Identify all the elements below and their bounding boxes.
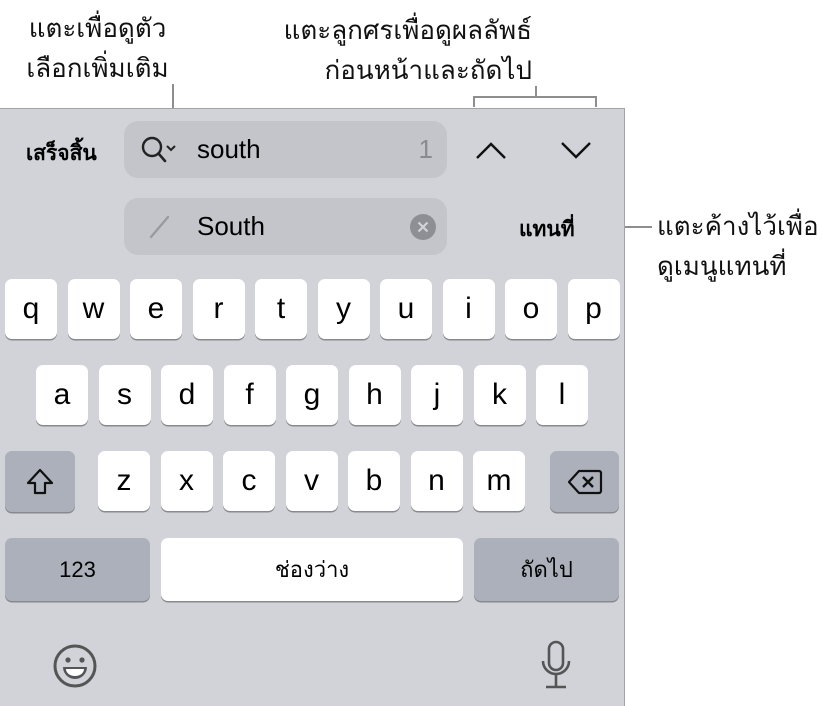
next-key[interactable]: ถัดไป <box>474 538 619 601</box>
key-u[interactable]: u <box>380 279 432 339</box>
key-z[interactable]: z <box>98 451 150 511</box>
key-n[interactable]: n <box>410 451 463 511</box>
key-j[interactable]: j <box>411 365 463 425</box>
shift-icon <box>26 468 54 494</box>
next-result-button[interactable] <box>559 135 593 165</box>
key-d[interactable]: d <box>161 365 213 425</box>
key-s[interactable]: s <box>98 365 151 425</box>
key-k[interactable]: k <box>473 365 526 425</box>
key-i[interactable]: i <box>442 279 495 339</box>
key-m[interactable]: m <box>473 451 525 511</box>
match-count: 1 <box>418 134 433 164</box>
backspace-icon <box>567 469 602 494</box>
key-x[interactable]: x <box>160 451 213 511</box>
key-b[interactable]: b <box>348 451 400 511</box>
key-h[interactable]: h <box>348 365 401 425</box>
replace-field[interactable]: South <box>124 198 447 255</box>
clear-icon[interactable] <box>409 213 437 241</box>
callout-more-options: แตะเพื่อดูตัว เลือกเพิ่มเติม <box>26 13 169 83</box>
key-f[interactable]: f <box>223 365 276 425</box>
key-v[interactable]: v <box>285 451 338 511</box>
key-y[interactable]: y <box>317 279 370 339</box>
done-button[interactable]: เสร็จสิ้น <box>26 137 97 170</box>
numbers-key[interactable]: 123 <box>5 538 150 601</box>
key-o[interactable]: o <box>505 279 557 339</box>
space-key[interactable]: ช่องว่าง <box>161 538 463 601</box>
key-g[interactable]: g <box>286 365 338 425</box>
microphone-icon[interactable] <box>539 639 573 693</box>
keyboard-panel: เสร็จสิ้น south 1 South แทนที่ qwertyuio… <box>0 108 625 706</box>
key-c[interactable]: c <box>223 451 275 511</box>
key-r[interactable]: r <box>192 279 245 339</box>
emoji-icon[interactable] <box>52 643 98 689</box>
callout-arrows: แตะลูกศรเพื่อดูผลลัพธ์ ก่อนหน้าและถัดไป <box>283 15 532 85</box>
key-l[interactable]: l <box>536 365 588 425</box>
key-e[interactable]: e <box>130 279 182 339</box>
search-field[interactable]: south 1 <box>124 121 447 178</box>
key-t[interactable]: t <box>255 279 307 339</box>
key-w[interactable]: w <box>67 279 120 339</box>
key-p[interactable]: p <box>567 279 620 339</box>
pencil-icon <box>149 215 170 239</box>
previous-result-button[interactable] <box>474 135 508 165</box>
callout-replace-menu: แตะค้างไว้เพื่อ ดูเมนูแทนที่ <box>657 211 819 281</box>
search-options-icon[interactable] <box>140 135 184 165</box>
delete-key[interactable] <box>550 451 619 512</box>
replace-input[interactable]: South <box>197 211 265 242</box>
search-input[interactable]: south <box>197 134 261 165</box>
key-q[interactable]: q <box>5 279 57 339</box>
shift-key[interactable] <box>5 451 75 512</box>
replace-button[interactable]: แทนที่ <box>519 213 575 246</box>
key-a[interactable]: a <box>36 365 88 425</box>
